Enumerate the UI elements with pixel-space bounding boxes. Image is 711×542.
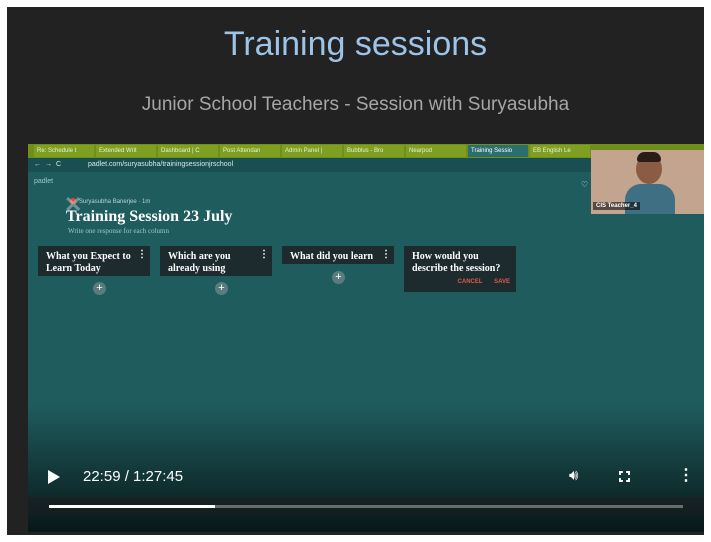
slide-title: Training sessions bbox=[223, 25, 488, 63]
heart-icon[interactable]: ♡ bbox=[581, 180, 588, 189]
column-title-editor[interactable]: How would you describe the session? CANC… bbox=[404, 246, 516, 292]
slide: Training sessions Junior School Teachers… bbox=[7, 7, 704, 535]
cancel-button[interactable]: CANCEL bbox=[458, 279, 483, 285]
column-header[interactable]: What did you learn ⋮ bbox=[282, 246, 394, 264]
volume-icon[interactable]: 🔊︎ bbox=[569, 467, 578, 484]
player-controls: 22:59 / 1:27:45 🔊︎ ⋮ bbox=[28, 462, 704, 498]
more-vertical-icon[interactable]: ⋮ bbox=[678, 465, 694, 485]
webcam-feed: CIS Teacher_4 bbox=[591, 150, 704, 214]
participant-name: CIS Teacher_4 bbox=[593, 202, 640, 210]
watermark-icon: ✕ bbox=[64, 192, 83, 217]
more-vertical-icon[interactable]: ⋮ bbox=[381, 249, 391, 261]
fullscreen-icon[interactable] bbox=[619, 471, 630, 482]
column-header[interactable]: What you Expect to Learn Today ⋮ bbox=[38, 246, 150, 276]
video-frame[interactable]: Re: Schedule t Extended Writ Dashboard |… bbox=[28, 144, 704, 532]
padlet-logo[interactable]: padlet bbox=[34, 178, 53, 185]
column-header[interactable]: Which are you already using ⋮ bbox=[160, 246, 272, 276]
browser-tab[interactable]: Extended Writ bbox=[96, 145, 156, 157]
url-text[interactable]: padlet.com/suryasubha/trainingsessionjrs… bbox=[88, 158, 233, 172]
column-edit-actions: CANCEL SAVE bbox=[448, 276, 510, 288]
timecode: 22:59 / 1:27:45 bbox=[83, 468, 184, 485]
progress-fill bbox=[49, 505, 216, 508]
browser-tab-active[interactable]: Training Sessio bbox=[468, 145, 528, 157]
progress-bar[interactable] bbox=[49, 505, 683, 508]
browser-tab[interactable]: EB English Le bbox=[530, 145, 590, 157]
plus-icon[interactable]: + bbox=[332, 271, 345, 284]
participant-hair bbox=[637, 152, 661, 162]
plus-icon[interactable]: + bbox=[215, 282, 228, 295]
column-title: What you Expect to Learn Today bbox=[46, 251, 131, 274]
column-title: What did you learn bbox=[290, 251, 374, 262]
slide-subtitle: Junior School Teachers - Session with Su… bbox=[141, 94, 570, 115]
more-vertical-icon[interactable]: ⋮ bbox=[137, 249, 147, 261]
browser-tab[interactable]: Nearpod bbox=[406, 145, 466, 157]
more-vertical-icon[interactable]: ⋮ bbox=[259, 249, 269, 261]
save-button[interactable]: SAVE bbox=[494, 279, 510, 285]
column-title: Which are you already using bbox=[168, 251, 231, 274]
author-text: Suryasubha Banerjee · 1m bbox=[79, 199, 151, 205]
play-icon[interactable] bbox=[48, 470, 60, 484]
board-description: Write one response for each column bbox=[68, 227, 169, 235]
column-title-input[interactable]: How would you describe the session? bbox=[412, 251, 500, 274]
browser-tab[interactable]: Dashboard | C bbox=[158, 145, 218, 157]
browser-tab[interactable]: Re: Schedule t bbox=[34, 145, 94, 157]
plus-icon[interactable]: + bbox=[93, 282, 106, 295]
board-title: Training Session 23 July bbox=[66, 208, 233, 225]
browser-tab[interactable]: Admin Panel | bbox=[282, 145, 342, 157]
browser-nav-icons[interactable]: ←→C bbox=[34, 158, 65, 172]
browser-tab[interactable]: Post Attendan bbox=[220, 145, 280, 157]
browser-tab[interactable]: Bubblus - Bro bbox=[344, 145, 404, 157]
